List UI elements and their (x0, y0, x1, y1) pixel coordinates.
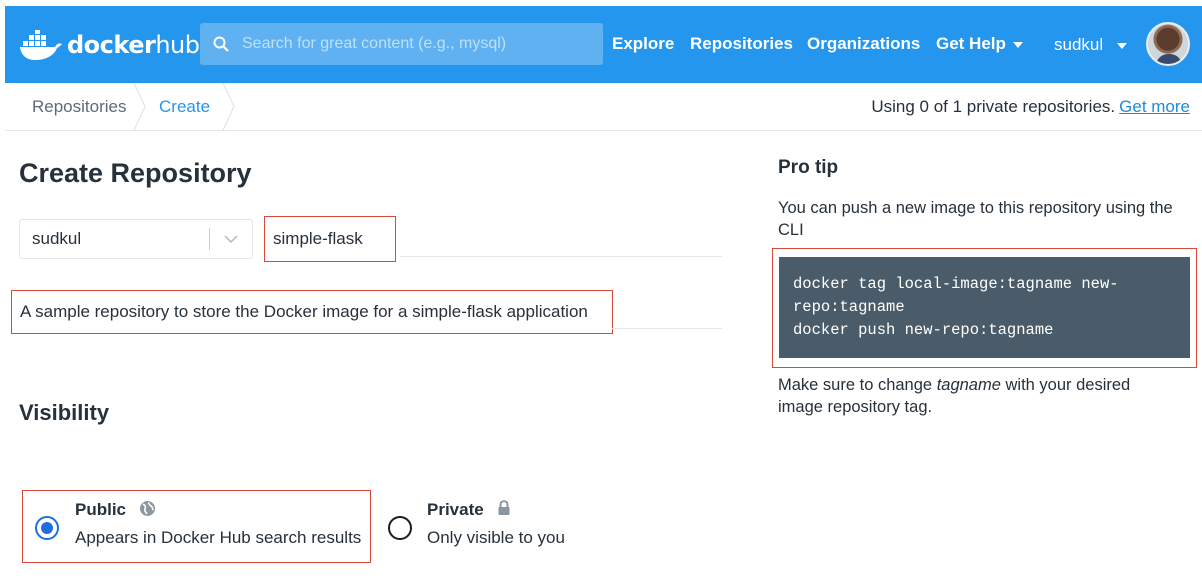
pro-tip-intro: You can push a new image to this reposit… (778, 199, 1173, 239)
description-value: A sample repository to store the Docker … (20, 302, 588, 321)
search-bar[interactable] (200, 23, 603, 65)
docker-hub-logo[interactable]: dockerhub (19, 30, 200, 60)
breadcrumb-separator-icon (222, 83, 235, 130)
private-repo-usage: Using 0 of 1 private repositories. Get mo… (871, 97, 1190, 117)
globe-icon (139, 501, 155, 516)
breadcrumb-repositories[interactable]: Repositories (32, 97, 127, 117)
breadcrumb-create[interactable]: Create (159, 97, 210, 117)
nav-explore[interactable]: Explore (612, 34, 674, 54)
get-help-label: Get Help (936, 34, 1006, 53)
private-option-title[interactable]: Private (427, 500, 511, 520)
search-icon (200, 36, 242, 52)
avatar[interactable] (1146, 22, 1190, 66)
public-label: Public (75, 500, 127, 519)
search-input[interactable] (242, 35, 592, 53)
username: sudkul (1054, 35, 1104, 54)
nav-organizations[interactable]: Organizations (807, 34, 920, 54)
page-title: Create Repository (19, 158, 252, 188)
public-option-title[interactable]: Public (75, 500, 156, 520)
top-navigation-bar: dockerhub Explore Repositories Organizat… (5, 6, 1202, 83)
pro-tip-heading: Pro tip (778, 157, 839, 178)
logo-text: dockerhub (67, 31, 200, 59)
chevron-down-icon (1012, 41, 1023, 48)
nav-repositories[interactable]: Repositories (690, 34, 793, 54)
nav-get-help[interactable]: Get Help (936, 34, 1023, 54)
breadcrumb-separator-icon (133, 83, 146, 130)
repository-name-value: simple-flask (273, 229, 363, 248)
private-option-description: Only visible to you (427, 528, 565, 547)
private-label: Private (427, 500, 484, 519)
namespace-select[interactable]: sudkul (19, 219, 253, 259)
chevron-down-icon[interactable] (210, 234, 252, 244)
tagname-emphasis: tagname (936, 376, 1001, 394)
cli-code-block[interactable]: docker tag local-image:tagname new- repo… (779, 257, 1190, 358)
avatar-figure (1156, 54, 1182, 64)
visibility-heading: Visibility (19, 400, 110, 425)
namespace-value: sudkul (32, 229, 82, 248)
public-option-description: Appears in Docker Hub search results (75, 528, 362, 547)
repository-name-field[interactable]: simple-flask (264, 216, 396, 262)
user-menu[interactable]: sudkul (1054, 35, 1128, 55)
lock-icon (498, 500, 510, 515)
description-field[interactable]: A sample repository to store the Docker … (11, 290, 613, 334)
pro-tip-note: Make sure to change tagname with your de… (778, 376, 1131, 416)
public-radio[interactable] (35, 516, 59, 540)
usage-text: Using 0 of 1 private repositories. (871, 97, 1116, 116)
private-radio[interactable] (388, 516, 412, 540)
description-field-underline (612, 328, 722, 329)
name-field-underline (400, 256, 722, 257)
get-more-link[interactable]: Get more (1119, 97, 1190, 116)
breadcrumb: Repositories Create Using 0 of 1 private… (5, 83, 1202, 131)
chevron-down-icon (1117, 42, 1128, 49)
docker-whale-icon (20, 30, 62, 60)
